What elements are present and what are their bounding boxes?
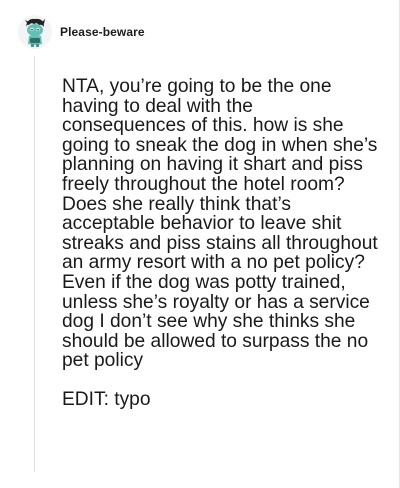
thread-line[interactable]: [34, 56, 35, 472]
username-link[interactable]: Please-beware: [60, 25, 145, 39]
comment-header: Please-beware: [18, 14, 145, 50]
comment-text: NTA, you’re going to be the one having t…: [62, 76, 378, 372]
comment-card: Please-beware NTA, you’re going to be th…: [0, 0, 400, 488]
snoo-avatar-icon[interactable]: [18, 15, 52, 49]
comment-body: NTA, you’re going to be the one having t…: [62, 77, 380, 410]
edit-note: EDIT: typo: [62, 388, 151, 410]
avatar-graphic: [18, 15, 52, 49]
